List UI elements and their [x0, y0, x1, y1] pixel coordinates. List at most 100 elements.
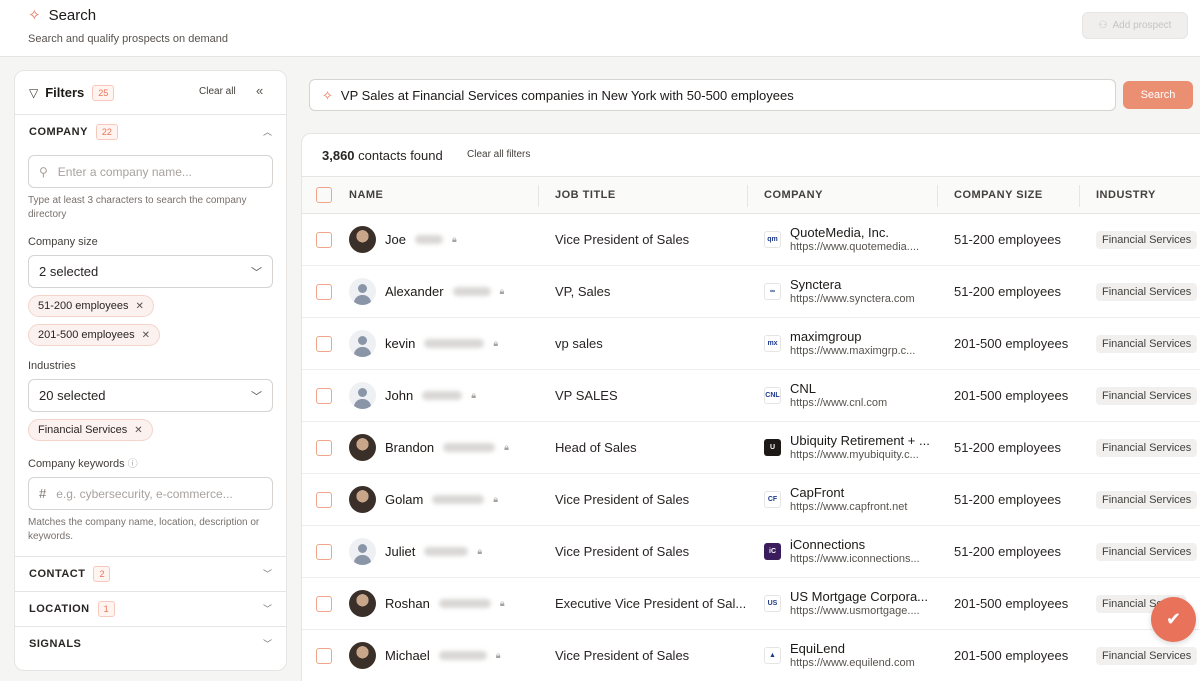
assistant-fab-button[interactable]: ✔ [1151, 597, 1196, 642]
table-row[interactable]: Alexander 🔒︎ VP, Sales ∞ Synctera https://www… [302, 265, 1200, 318]
collapse-panel-icon[interactable]: « [256, 83, 263, 98]
column-header-company[interactable]: COMPANY [748, 176, 938, 214]
company-logo-icon: iC [764, 543, 781, 560]
row-checkbox[interactable] [316, 439, 332, 456]
contact-first-name[interactable]: Alexander [385, 284, 444, 299]
company-url[interactable]: https://www.synctera.com [790, 292, 915, 306]
company-name[interactable]: iConnections [790, 537, 920, 552]
close-icon[interactable]: ✕ [136, 301, 144, 312]
company-name[interactable]: maximgroup [790, 329, 915, 344]
name-cell: Brandon 🔒︎ [349, 421, 539, 474]
redacted-last-name [452, 287, 491, 296]
row-checkbox[interactable] [316, 335, 332, 352]
section-company[interactable]: COMPANY 22 ︿ [15, 115, 286, 149]
industry-chips: Financial Services ✕ [28, 412, 273, 441]
row-checkbox[interactable] [316, 543, 332, 560]
row-checkbox[interactable] [316, 283, 332, 300]
job-title-cell: Head of Sales [539, 421, 748, 474]
table-row[interactable]: kevin 🔒︎ vp sales mx maximgroup https://www.m… [302, 317, 1200, 370]
redacted-last-name [414, 235, 443, 244]
filter-chip[interactable]: 51-200 employees ✕ [28, 295, 154, 317]
section-signals[interactable]: SIGNALS ﹀ [15, 627, 286, 661]
add-prospect-button[interactable]: ⚇ Add prospect [1082, 12, 1188, 39]
contact-first-name[interactable]: kevin [385, 336, 415, 351]
select-all-checkbox[interactable] [316, 187, 332, 203]
row-checkbox[interactable] [316, 491, 332, 508]
contact-first-name[interactable]: Joe [385, 232, 406, 247]
column-header-company-size[interactable]: COMPANY SIZE [938, 176, 1080, 214]
industry-badge: Financial Services [1096, 542, 1198, 561]
company-url[interactable]: https://www.iconnections... [790, 552, 920, 566]
search-button[interactable]: Search [1123, 81, 1193, 109]
clear-all-filters-link[interactable]: Clear all filters [467, 149, 530, 160]
contact-first-name[interactable]: Juliet [385, 544, 415, 559]
close-icon[interactable]: ✕ [134, 425, 142, 436]
row-select-cell [302, 213, 349, 266]
table-row[interactable]: Joe 🔒︎ Vice President of Sales qm QuoteMedia… [302, 213, 1200, 266]
company-logo-icon: ∞ [764, 283, 781, 300]
company-url[interactable]: https://www.usmortgage.... [790, 604, 928, 618]
company-search-input[interactable]: ⚲ Enter a company name... [28, 155, 273, 188]
clear-all-link[interactable]: Clear all [199, 86, 236, 97]
row-checkbox[interactable] [316, 595, 332, 612]
redacted-last-name [432, 495, 485, 504]
prospect-search-input[interactable]: ✧ VP Sales at Financial Services compani… [309, 79, 1116, 111]
company-url[interactable]: https://www.quotemedia.... [790, 240, 919, 254]
industry-badge: Financial Services [1096, 282, 1198, 301]
info-icon[interactable]: ⓘ [128, 459, 138, 470]
company-url[interactable]: https://www.capfront.net [790, 500, 907, 514]
avatar [349, 538, 376, 565]
company-url[interactable]: https://www.myubiquity.c... [790, 448, 930, 462]
table-row[interactable]: Brandon 🔒︎ Head of Sales U Ubiquity Retireme… [302, 421, 1200, 474]
company-url[interactable]: https://www.cnl.com [790, 396, 887, 410]
company-name[interactable]: CNL [790, 381, 887, 396]
table-row[interactable]: Juliet 🔒︎ Vice President of Sales iC iConnec… [302, 525, 1200, 578]
company-logo-icon: CF [764, 491, 781, 508]
chevron-down-icon: ﹀ [251, 267, 262, 279]
row-checkbox[interactable] [316, 647, 332, 664]
column-header-industry[interactable]: INDUSTRY [1080, 176, 1200, 214]
name-cell: Michael 🔒︎ [349, 629, 539, 681]
contact-first-name[interactable]: Golam [385, 492, 423, 507]
company-keywords-input[interactable]: # e.g. cybersecurity, e-commerce... [28, 477, 273, 510]
company-name[interactable]: US Mortgage Corpora... [790, 589, 928, 604]
table-row[interactable]: Michael 🔒︎ Vice President of Sales ▲ EquiLen… [302, 629, 1200, 681]
company-name[interactable]: QuoteMedia, Inc. [790, 225, 919, 240]
close-icon[interactable]: ✕ [142, 330, 150, 341]
row-select-cell [302, 265, 349, 318]
filters-panel: ▽ Filters 25 Clear all « COMPANY 22 ︿ ⚲ … [14, 70, 287, 671]
company-url[interactable]: https://www.equilend.com [790, 656, 915, 670]
company-name[interactable]: EquiLend [790, 641, 915, 656]
redacted-last-name [438, 599, 491, 608]
column-header-job-title[interactable]: JOB TITLE [539, 176, 748, 214]
company-size-select[interactable]: 2 selected ﹀ [28, 255, 273, 288]
industries-select[interactable]: 20 selected ﹀ [28, 379, 273, 412]
company-cell: U Ubiquity Retirement + ... https://www.my… [748, 421, 938, 474]
contact-first-name[interactable]: Roshan [385, 596, 430, 611]
chevron-down-icon: ﹀ [262, 639, 272, 649]
contact-first-name[interactable]: John [385, 388, 413, 403]
filter-chip[interactable]: 201-500 employees ✕ [28, 324, 161, 346]
section-contact[interactable]: CONTACT 2 ﹀ [15, 557, 286, 591]
results-count-number: 3,860 [322, 147, 355, 163]
company-logo-icon: qm [764, 231, 781, 248]
row-checkbox[interactable] [316, 231, 332, 248]
contact-first-name[interactable]: Michael [385, 648, 430, 663]
contact-first-name[interactable]: Brandon [385, 440, 434, 455]
company-name[interactable]: Ubiquity Retirement + ... [790, 433, 930, 448]
search-query: VP Sales at Financial Services companies… [340, 87, 794, 103]
table-row[interactable]: John 🔒︎ VP SALES CNL CNL https://www.cnl.com 2… [302, 369, 1200, 422]
company-url[interactable]: https://www.maximgrp.c... [790, 344, 915, 358]
section-location[interactable]: LOCATION 1 ﹀ [15, 592, 286, 626]
table-row[interactable]: Golam 🔒︎ Vice President of Sales CF CapFront… [302, 473, 1200, 526]
company-name[interactable]: Synctera [790, 277, 915, 292]
row-checkbox[interactable] [316, 387, 332, 404]
company-logo-icon: US [764, 595, 781, 612]
table-row[interactable]: Roshan 🔒︎ Executive Vice President of Sal.… [302, 577, 1200, 630]
filter-chip[interactable]: Financial Services ✕ [28, 419, 153, 441]
company-name[interactable]: CapFront [790, 485, 907, 500]
chevron-down-icon: ﹀ [262, 569, 272, 579]
company-size-cell: 51-200 employees [938, 421, 1080, 474]
company-info: US Mortgage Corpora... https://www.usmort… [790, 589, 928, 618]
column-header-name[interactable]: NAME [349, 176, 539, 214]
